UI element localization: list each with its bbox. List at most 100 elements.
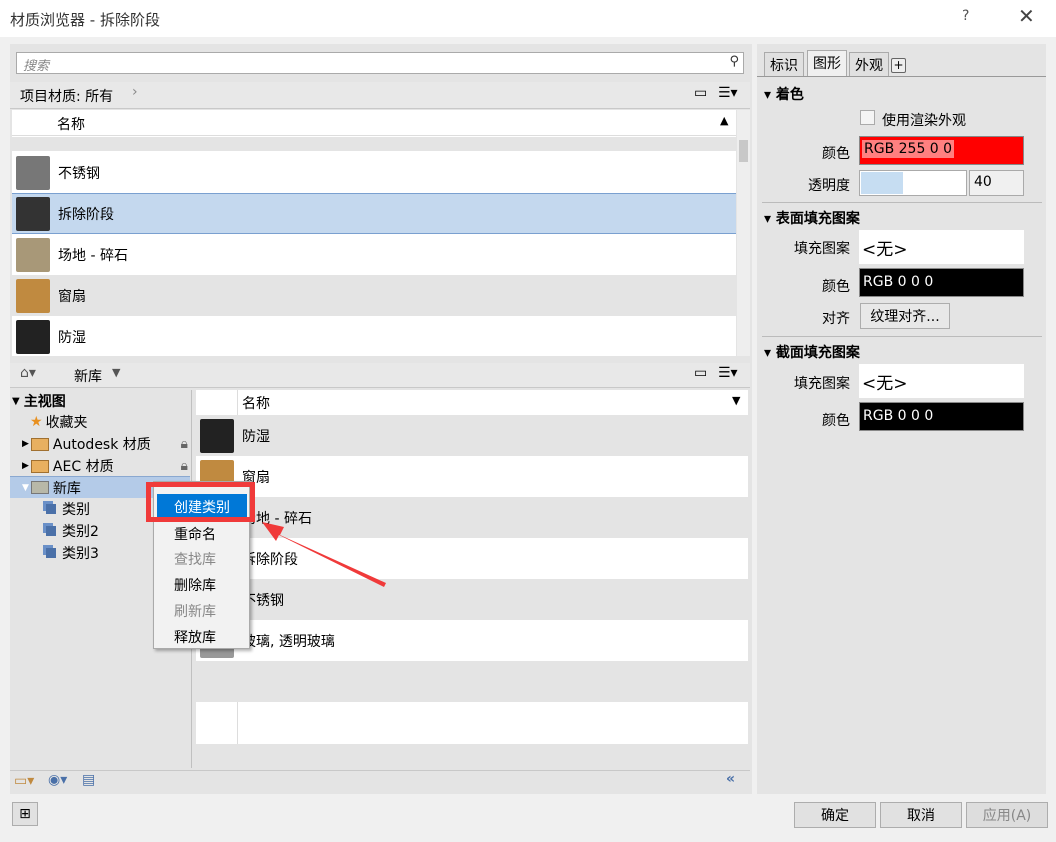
column-name[interactable]: 名称 [242, 393, 270, 413]
folder-icon [30, 481, 49, 494]
list-item[interactable]: 窗扇 [196, 456, 748, 497]
tree-item-autodesk[interactable]: ▶ Autodesk 材质 🔒︎ [22, 433, 190, 455]
use-render-label: 使用渲染外观 [882, 113, 966, 129]
menu-item-find-library: 查找库 [174, 552, 216, 568]
section-title: 表面填充图案 [775, 211, 860, 227]
tree-label: 类别3 [62, 546, 99, 562]
list-options-icon[interactable]: ☰▾ [718, 85, 738, 101]
list-options-icon[interactable]: ☰▾ [718, 365, 738, 381]
editor-icon[interactable]: ▤ [82, 772, 95, 788]
menu-item-refresh-library: 刷新库 [174, 604, 216, 620]
list-item[interactable]: 窗扇 [12, 275, 736, 316]
color-value: RGB 255 0 0 [862, 140, 955, 158]
tree-category[interactable]: 类别 [40, 498, 90, 520]
menu-item-rename[interactable]: 重命名 [174, 524, 216, 544]
list-item[interactable]: 防湿 [196, 415, 748, 456]
category-icon [46, 526, 56, 536]
folder-icon [30, 437, 49, 451]
tree-category[interactable]: 类别2 [40, 520, 99, 542]
tree-label: 主视图 [23, 394, 66, 410]
breadcrumb-library[interactable]: 新库 [74, 366, 102, 386]
category-icon [46, 504, 56, 514]
material-thumbnail [16, 196, 50, 231]
material-thumbnail [16, 278, 50, 313]
section-cut-pattern[interactable]: ▾ 截面填充图案 [764, 342, 860, 362]
view-toggle-icon[interactable]: ▭ [694, 365, 707, 381]
list-item[interactable]: 防湿 [12, 316, 736, 356]
tab-appearance[interactable]: 外观 [849, 52, 889, 76]
tree-label: 类别 [62, 502, 90, 518]
material-name: 防湿 [242, 428, 270, 445]
add-material-icon[interactable]: ◉▾ [48, 772, 67, 788]
list-item[interactable]: 场地 - 碎石 [12, 234, 736, 275]
sort-up-icon[interactable]: ▲ [720, 114, 728, 127]
search-input[interactable]: 搜索 ⚲ [16, 52, 744, 74]
tree-category[interactable]: 类别3 [40, 542, 99, 564]
library-breadcrumb-bar: ⌂▾ 新库 ▼ ▭ ☰▾ [10, 363, 750, 388]
material-name: 拆除阶段 [58, 206, 114, 223]
ok-button[interactable]: 确定 [794, 802, 876, 828]
material-name: 窗扇 [58, 288, 86, 305]
texture-align-button[interactable]: 纹理对齐... [860, 303, 950, 329]
list-item[interactable]: 玻璃, 透明玻璃 [196, 620, 748, 661]
tree-label: 收藏夹 [45, 415, 88, 431]
list-item-selected[interactable]: 拆除阶段 [12, 193, 736, 234]
view-toggle-icon[interactable]: ▭ [694, 85, 707, 101]
transparency-slider[interactable] [859, 170, 967, 196]
align-label: 对齐 [822, 311, 850, 327]
tab-graphics[interactable]: 图形 [807, 50, 847, 77]
tree-root[interactable]: ▼ 主视图 [12, 390, 66, 412]
tree-label: Autodesk 材质 [52, 437, 151, 453]
window-title: 材质浏览器 - 拆除阶段 [10, 11, 160, 29]
star-icon: ★ [30, 414, 43, 430]
library-bottom-toolbar: ▭▾ ◉▾ ▤ « [10, 770, 750, 792]
toggle-panel-icon[interactable]: ⊞ [12, 802, 38, 826]
tab-identity[interactable]: 标识 [764, 52, 804, 76]
transparency-input[interactable]: 40 [969, 170, 1024, 196]
folder-icon [30, 459, 49, 473]
scrollbar[interactable] [737, 110, 750, 356]
tree-label: 类别2 [62, 524, 99, 540]
section-title: 截面填充图案 [775, 345, 860, 361]
material-thumbnail [16, 237, 50, 272]
menu-item-release-library[interactable]: 释放库 [174, 627, 216, 647]
cut-color-swatch[interactable]: RGB 0 0 0 [859, 402, 1024, 431]
list-item[interactable] [12, 137, 736, 151]
material-name: 场地 - 碎石 [58, 247, 128, 264]
empty-row [196, 661, 748, 702]
annotation-highlight-box [146, 482, 255, 522]
apply-button[interactable]: 应用(A) [966, 802, 1048, 828]
color-label: 颜色 [822, 413, 850, 429]
material-thumbnail [16, 155, 50, 190]
list-item[interactable]: 不锈钢 [12, 152, 736, 193]
surface-color-swatch[interactable]: RGB 0 0 0 [859, 268, 1024, 297]
search-icon[interactable]: ⚲ [729, 54, 739, 69]
chevron-down-icon[interactable]: ▼ [112, 366, 120, 379]
pattern-label: 填充图案 [794, 376, 850, 392]
tree-label: 新库 [52, 480, 81, 497]
annotation-arrow-icon [262, 522, 386, 587]
home-icon[interactable]: ⌂▾ [20, 365, 36, 381]
menu-item-delete-library[interactable]: 删除库 [174, 575, 216, 595]
project-toolbar: 项目材质: 所有 › ▭ ☰▾ [10, 82, 750, 109]
cancel-button[interactable]: 取消 [880, 802, 962, 828]
folder-options-icon[interactable]: ▭▾ [14, 773, 34, 789]
color-label: 颜色 [822, 146, 850, 162]
tree-item-aec[interactable]: ▶ AEC 材质 🔒︎ [22, 455, 190, 477]
surface-pattern-field[interactable]: <无> [859, 230, 1024, 264]
sort-down-icon[interactable]: ▼ [732, 394, 740, 407]
column-name[interactable]: 名称 [57, 114, 85, 134]
cut-pattern-field[interactable]: <无> [859, 364, 1024, 398]
help-button[interactable]: ? [962, 8, 969, 24]
add-tab-button[interactable]: + [891, 58, 906, 73]
shading-color-swatch[interactable]: RGB 255 0 0 [859, 136, 1024, 165]
use-render-checkbox[interactable] [860, 110, 875, 125]
section-title: 着色 [775, 87, 804, 103]
section-shading[interactable]: ▾ 着色 [764, 84, 804, 104]
collapse-icon[interactable]: « [726, 771, 735, 787]
project-filter[interactable]: 项目材质: 所有 [20, 86, 113, 106]
close-button[interactable]: ✕ [1018, 4, 1035, 28]
section-surface-pattern[interactable]: ▾ 表面填充图案 [764, 208, 860, 228]
lock-icon: 🔒︎ [180, 458, 188, 474]
tree-favorites[interactable]: ★ 收藏夹 [30, 411, 88, 433]
